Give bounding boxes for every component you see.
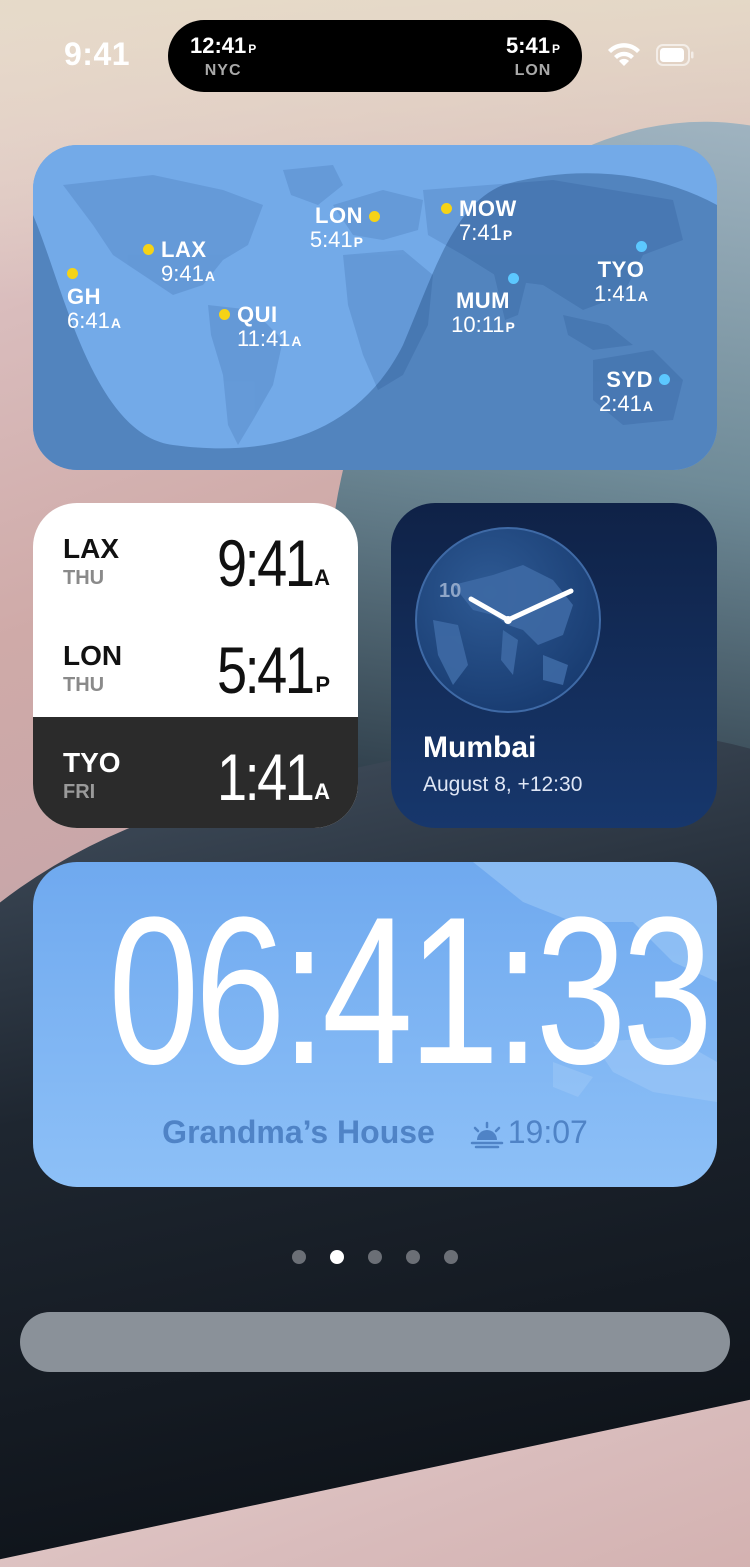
city-time: 7:41 (459, 220, 502, 245)
clock-hour-label: 10 (439, 580, 461, 602)
city-marker-lon (369, 211, 380, 222)
city-ampm: A (637, 288, 648, 304)
digital-clock-widget[interactable]: 06:41:33 Grandma’s House 19:07 (33, 862, 717, 1187)
city-ampm: P (353, 234, 363, 250)
page-dot[interactable] (406, 1250, 420, 1264)
city-time: 5:41 (309, 227, 353, 252)
page-dot-active[interactable] (330, 1250, 344, 1264)
wifi-icon (608, 43, 640, 66)
city-code: LON (315, 203, 363, 228)
island-left-time: 12:41 (190, 33, 247, 58)
city-ampm: A (204, 268, 215, 284)
status-bar: 9:41 12:41 P NYC 5:41 P LON (0, 0, 750, 110)
battery-icon (656, 44, 694, 66)
city-time: 10:11 (451, 312, 505, 337)
world-map-widget[interactable]: GH 6:41A LAX 9:41A QUI 11:41A LON 5:41P … (33, 145, 717, 470)
city-label-lon: LON 5:41P (299, 204, 363, 254)
analog-clock-widget[interactable]: 10 Mumbai August 8, +12:30 (391, 503, 717, 828)
island-left-clock: 12:41 P NYC (190, 34, 256, 81)
city-label-syd: SYD 2:41A (585, 368, 653, 418)
dynamic-island[interactable]: 12:41 P NYC 5:41 P LON (168, 20, 582, 92)
island-right-ampm: P (551, 42, 560, 56)
page-indicator[interactable] (0, 1250, 750, 1269)
row-time: 9:41 (216, 526, 314, 600)
city-ampm: P (502, 227, 513, 243)
row-day: FRI (63, 781, 96, 803)
city-code: MOW (459, 196, 517, 221)
city-code: LAX (161, 237, 207, 262)
city-code: MUM (455, 288, 511, 313)
sunrise-icon (470, 1121, 503, 1148)
row-ampm: P (315, 672, 330, 697)
city-code: GH (67, 284, 101, 309)
city-code: SYD (606, 367, 653, 392)
city-ampm: A (291, 333, 302, 349)
row-city-code: LAX (63, 533, 119, 564)
city-time: 6:41 (67, 308, 110, 333)
location-name: Grandma’s House (162, 1114, 435, 1150)
sunrise-time: 19:07 (507, 1114, 588, 1150)
city-code: TYO (597, 257, 645, 282)
row-ampm: A (314, 779, 330, 804)
city-code: QUI (237, 302, 278, 327)
row-city-code: TYO (63, 747, 121, 778)
city-marker-mow (441, 203, 452, 214)
island-right-city: LON (514, 62, 552, 79)
row-time: 1:41 (216, 740, 314, 814)
city-list-widget[interactable]: LAX THU 9:41 A LON THU 5:41 P TYO FRI 1:… (33, 503, 358, 828)
city-marker-qui (219, 309, 230, 320)
city-label-mow: MOW 7:41P (459, 197, 517, 247)
page-dot[interactable] (368, 1250, 382, 1264)
city-time: 11:41 (237, 326, 291, 351)
row-day: THU (63, 674, 105, 696)
city-row-lax: LAX THU 9:41 A (33, 503, 358, 610)
city-label-tyo: TYO 1:41A (585, 258, 657, 308)
city-label-qui: QUI 11:41A (237, 303, 302, 353)
city-marker-mum (508, 273, 519, 284)
city-ampm: A (642, 398, 653, 414)
city-marker-tyo (636, 241, 647, 252)
row-city-code: LON (63, 640, 123, 671)
city-ampm: P (505, 319, 515, 335)
city-time: 1:41 (594, 281, 637, 306)
page-dot[interactable] (444, 1250, 458, 1264)
page-dot[interactable] (292, 1250, 306, 1264)
island-right-time: 5:41 (505, 33, 550, 58)
dock-peek (20, 1312, 730, 1372)
city-marker-syd (659, 374, 670, 385)
clock-subtitle: August 8, +12:30 (423, 773, 583, 796)
city-time: 9:41 (161, 261, 204, 286)
clock-city: Mumbai (423, 731, 537, 764)
row-time: 5:41 (216, 633, 314, 707)
city-label-mum: MUM 10:11P (447, 289, 519, 339)
digital-time: 06:41:33 (108, 873, 713, 1108)
status-time: 9:41 (64, 36, 131, 72)
row-day: THU (63, 567, 105, 589)
city-row-lon: LON THU 5:41 P (33, 610, 358, 717)
island-left-city: NYC (204, 62, 242, 79)
city-label-gh: GH 6:41A (67, 285, 121, 335)
city-time: 2:41 (599, 391, 642, 416)
clock-footer: Grandma’s House 19:07 (33, 1114, 717, 1151)
island-right-clock: 5:41 P LON (506, 34, 560, 81)
row-ampm: A (314, 565, 330, 590)
city-label-lax: LAX 9:41A (161, 238, 215, 288)
city-marker-lax (143, 244, 154, 255)
city-marker-gh (67, 268, 78, 279)
island-left-ampm: P (248, 42, 257, 56)
city-ampm: A (110, 315, 121, 331)
globe-clock-face: 10 (415, 527, 601, 713)
city-row-tyo: TYO FRI 1:41 A (33, 717, 358, 828)
